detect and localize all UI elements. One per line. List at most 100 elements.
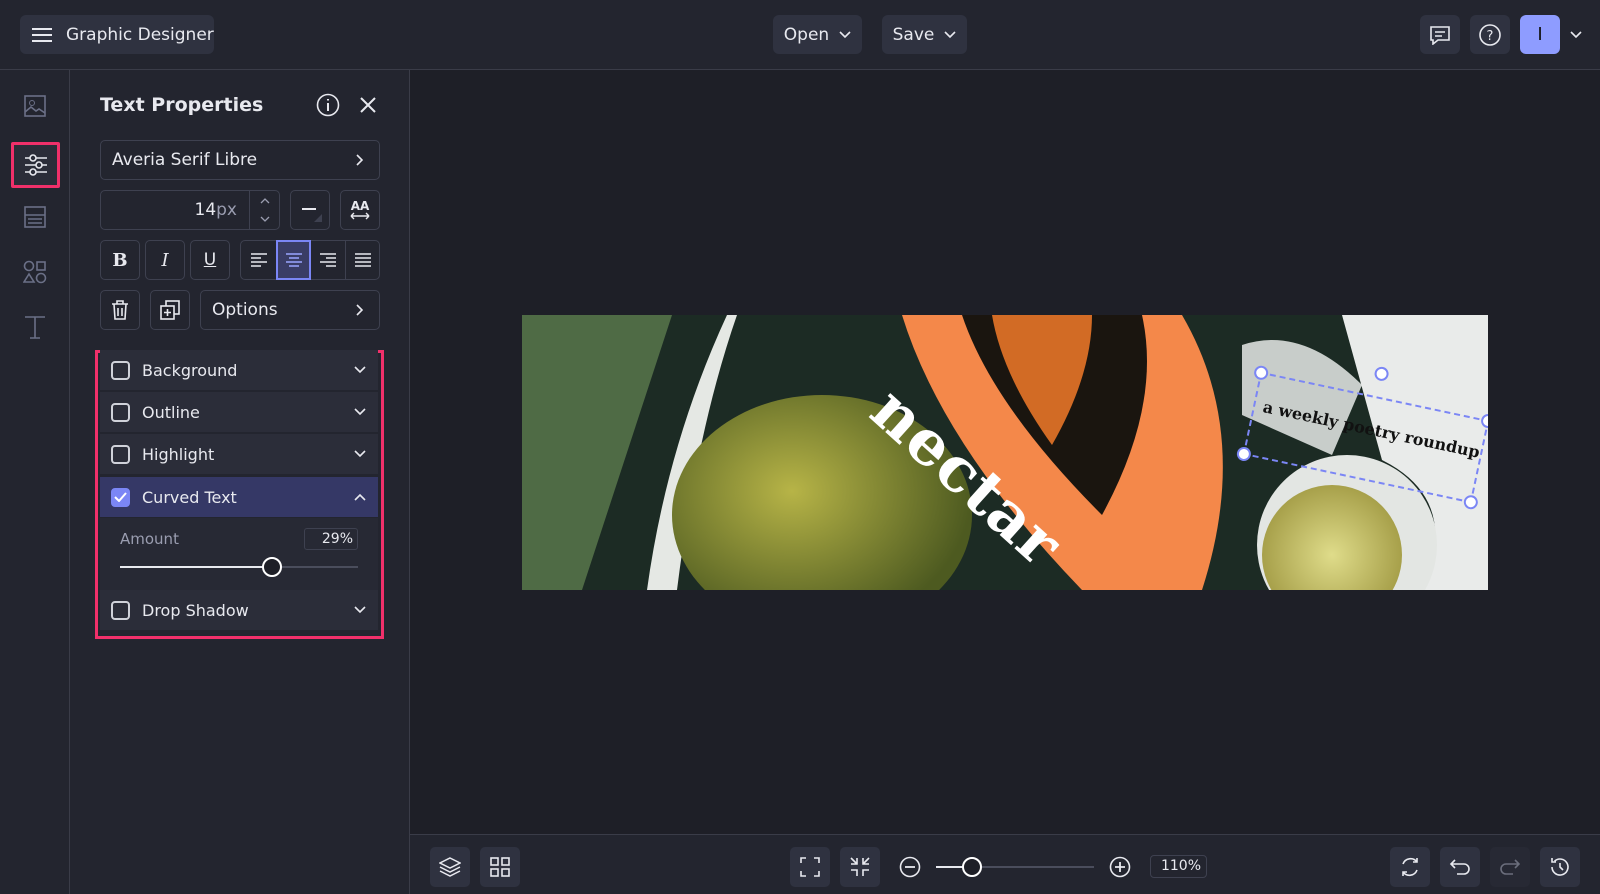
background-checkbox[interactable] (111, 360, 130, 380)
chevron-down-icon (354, 606, 366, 614)
chevron-right-icon (356, 304, 364, 316)
duplicate-button[interactable] (150, 290, 190, 330)
grid-button[interactable] (480, 847, 520, 887)
outline-checkbox[interactable] (111, 402, 130, 422)
sliders-icon (24, 154, 47, 176)
layers-icon (439, 857, 461, 877)
tool-sidebar (0, 70, 70, 894)
chevron-down-icon (354, 450, 366, 458)
comments-button[interactable] (1420, 15, 1460, 54)
zoom-in-icon[interactable] (1109, 856, 1131, 878)
redo-icon (1500, 859, 1521, 875)
chevron-down-icon (839, 30, 851, 38)
background-section[interactable]: Background (100, 350, 378, 390)
amount-slider-handle[interactable] (262, 557, 283, 577)
svg-text:AA: AA (351, 199, 370, 213)
properties-tool[interactable] (11, 142, 60, 188)
close-icon[interactable] (359, 96, 377, 114)
info-icon[interactable] (316, 93, 340, 117)
undo-icon (1449, 859, 1470, 875)
align-right-icon (320, 253, 336, 267)
amount-label: Amount (120, 530, 179, 548)
shrink-button[interactable] (840, 847, 880, 887)
letter-spacing-icon: AA (350, 199, 370, 220)
zoom-level-input[interactable]: 110% (1150, 855, 1207, 878)
chevron-up-icon (354, 493, 366, 501)
top-bar: Graphic Designer Open Save ? I (0, 0, 1600, 70)
menu-button[interactable]: Graphic Designer (20, 15, 214, 54)
history-icon (1551, 858, 1569, 876)
amount-slider[interactable] (120, 557, 358, 577)
justify-button[interactable] (346, 241, 379, 279)
curved-text-checkbox[interactable] (111, 487, 130, 507)
trash-icon (112, 300, 128, 320)
align-center-button[interactable] (276, 240, 311, 280)
avatar[interactable]: I (1520, 15, 1560, 54)
zoom-out-icon[interactable] (899, 856, 921, 878)
help-button[interactable]: ? (1470, 15, 1510, 54)
bold-button[interactable]: B (100, 240, 140, 280)
drop-shadow-checkbox[interactable] (111, 600, 130, 620)
zoom-slider-handle[interactable] (962, 857, 983, 877)
align-center-icon (285, 253, 302, 267)
svg-text:?: ? (1487, 29, 1494, 44)
alignment-group (240, 240, 380, 280)
drop-shadow-section[interactable]: Drop Shadow (100, 590, 378, 630)
options-button[interactable]: Options (200, 290, 380, 330)
open-button[interactable]: Open (773, 15, 862, 54)
font-size-stepper[interactable] (249, 191, 279, 229)
duplicate-icon (160, 300, 180, 320)
outline-section[interactable]: Outline (100, 392, 378, 432)
highlight-checkbox[interactable] (111, 444, 130, 464)
fit-screen-button[interactable] (790, 847, 830, 887)
history-button[interactable] (1540, 847, 1580, 887)
save-button[interactable]: Save (882, 15, 967, 54)
design-canvas[interactable]: nectar a weekly poetry roundup (522, 315, 1488, 590)
chevron-down-icon (354, 408, 366, 416)
font-family-select[interactable]: Averia Serif Libre (100, 140, 380, 180)
text-tool[interactable] (18, 310, 52, 344)
chevron-down-icon (354, 366, 366, 374)
align-right-button[interactable] (311, 241, 346, 279)
reset-button[interactable] (1390, 847, 1430, 887)
chevron-down-icon (944, 30, 956, 38)
zoom-slider[interactable] (936, 857, 1094, 877)
images-tool[interactable] (18, 89, 52, 123)
redo-button[interactable] (1490, 847, 1530, 887)
text-icon (25, 316, 45, 339)
expand-icon (800, 857, 820, 877)
undo-button[interactable] (1440, 847, 1480, 887)
italic-button[interactable]: I (145, 240, 185, 280)
shapes-icon (23, 260, 47, 284)
align-left-button[interactable] (241, 241, 276, 279)
layers-button[interactable] (430, 847, 470, 887)
app-title: Graphic Designer (66, 24, 214, 45)
comment-icon (1430, 25, 1450, 45)
letter-spacing-button[interactable]: AA (340, 190, 380, 230)
curved-text-section[interactable]: Curved Text (100, 477, 378, 517)
stepper-arrows-icon (260, 198, 270, 222)
highlight-section[interactable]: Highlight (100, 434, 378, 474)
layout-icon (24, 206, 46, 228)
font-size-input[interactable]: 14 px (100, 190, 280, 230)
help-icon: ? (1479, 23, 1501, 46)
line-spacing-icon (302, 208, 322, 222)
bottom-toolbar: 110% (410, 834, 1600, 894)
amount-input[interactable]: 29% (304, 528, 358, 550)
image-icon (24, 95, 46, 117)
refresh-icon (1402, 857, 1418, 877)
shapes-tool[interactable] (18, 255, 52, 289)
line-height-button[interactable] (290, 190, 330, 230)
layout-tool[interactable] (18, 200, 52, 234)
grid-icon (490, 857, 510, 877)
chevron-down-icon[interactable] (1570, 31, 1582, 39)
amount-slider-fill (120, 566, 273, 568)
collapse-icon (850, 857, 870, 876)
underline-button[interactable]: U (190, 240, 230, 280)
panel-title: Text Properties (100, 94, 264, 116)
chevron-right-icon (356, 154, 364, 166)
hamburger-icon (32, 27, 52, 42)
justify-icon (354, 253, 371, 267)
delete-button[interactable] (100, 290, 140, 330)
curved-text-body: Amount 29% (100, 518, 378, 590)
